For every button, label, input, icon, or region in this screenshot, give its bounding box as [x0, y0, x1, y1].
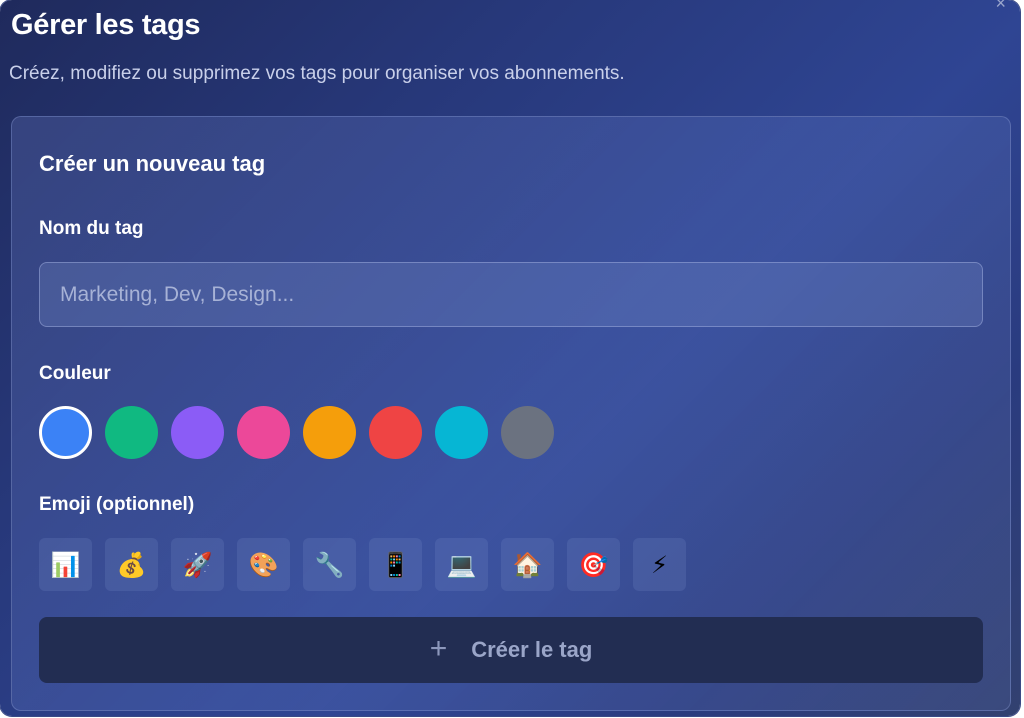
house-emoji: 🏠	[512, 550, 543, 579]
emoji-button-lightning[interactable]: ⚡	[633, 538, 686, 591]
close-icon[interactable]: ×	[995, 0, 1006, 12]
mobile-phone-emoji: 📱	[380, 550, 411, 579]
color-swatch-green[interactable]	[105, 406, 158, 459]
target-emoji: 🎯	[578, 550, 609, 579]
color-swatch-blue[interactable]	[39, 406, 92, 459]
color-swatch-orange[interactable]	[303, 406, 356, 459]
emoji-button-house[interactable]: 🏠	[501, 538, 554, 591]
dialog-subtitle: Créez, modifiez ou supprimez vos tags po…	[9, 63, 625, 84]
rocket-emoji: 🚀	[182, 550, 213, 579]
emoji-button-rocket[interactable]: 🚀	[171, 538, 224, 591]
wrench-emoji: 🔧	[314, 550, 345, 579]
emoji-button-bar-chart[interactable]: 📊	[39, 538, 92, 591]
emoji-button-wrench[interactable]: 🔧	[303, 538, 356, 591]
manage-tags-dialog: × Gérer les tags Créez, modifiez ou supp…	[0, 0, 1020, 716]
section-title: Créer un nouveau tag	[39, 151, 266, 176]
dialog-title: Gérer les tags	[11, 9, 201, 41]
color-swatch-red[interactable]	[369, 406, 422, 459]
create-tag-card: Créer un nouveau tag Nom du tag Couleur …	[11, 116, 1011, 711]
color-label: Couleur	[39, 363, 111, 384]
emoji-button-money-bag[interactable]: 💰	[105, 538, 158, 591]
lightning-emoji: ⚡	[651, 550, 668, 579]
create-tag-button[interactable]: + Créer le tag	[39, 617, 983, 683]
color-picker	[39, 406, 554, 459]
emoji-picker: 📊 💰 🚀 🎨 🔧 📱 💻 🏠 🎯 ⚡	[39, 538, 686, 591]
plus-icon: +	[429, 631, 448, 665]
color-swatch-pink[interactable]	[237, 406, 290, 459]
tag-name-label: Nom du tag	[39, 218, 144, 239]
color-swatch-cyan[interactable]	[435, 406, 488, 459]
emoji-button-palette[interactable]: 🎨	[237, 538, 290, 591]
money-bag-emoji: 💰	[116, 550, 147, 579]
color-swatch-gray[interactable]	[501, 406, 554, 459]
emoji-button-mobile-phone[interactable]: 📱	[369, 538, 422, 591]
laptop-emoji: 💻	[446, 550, 477, 579]
emoji-button-target[interactable]: 🎯	[567, 538, 620, 591]
emoji-button-laptop[interactable]: 💻	[435, 538, 488, 591]
emoji-label: Emoji (optionnel)	[39, 494, 195, 515]
color-swatch-purple[interactable]	[171, 406, 224, 459]
tag-name-input[interactable]	[39, 262, 983, 327]
palette-emoji: 🎨	[248, 550, 279, 579]
create-tag-label: Créer le tag	[471, 637, 593, 662]
bar-chart-emoji: 📊	[50, 550, 81, 579]
